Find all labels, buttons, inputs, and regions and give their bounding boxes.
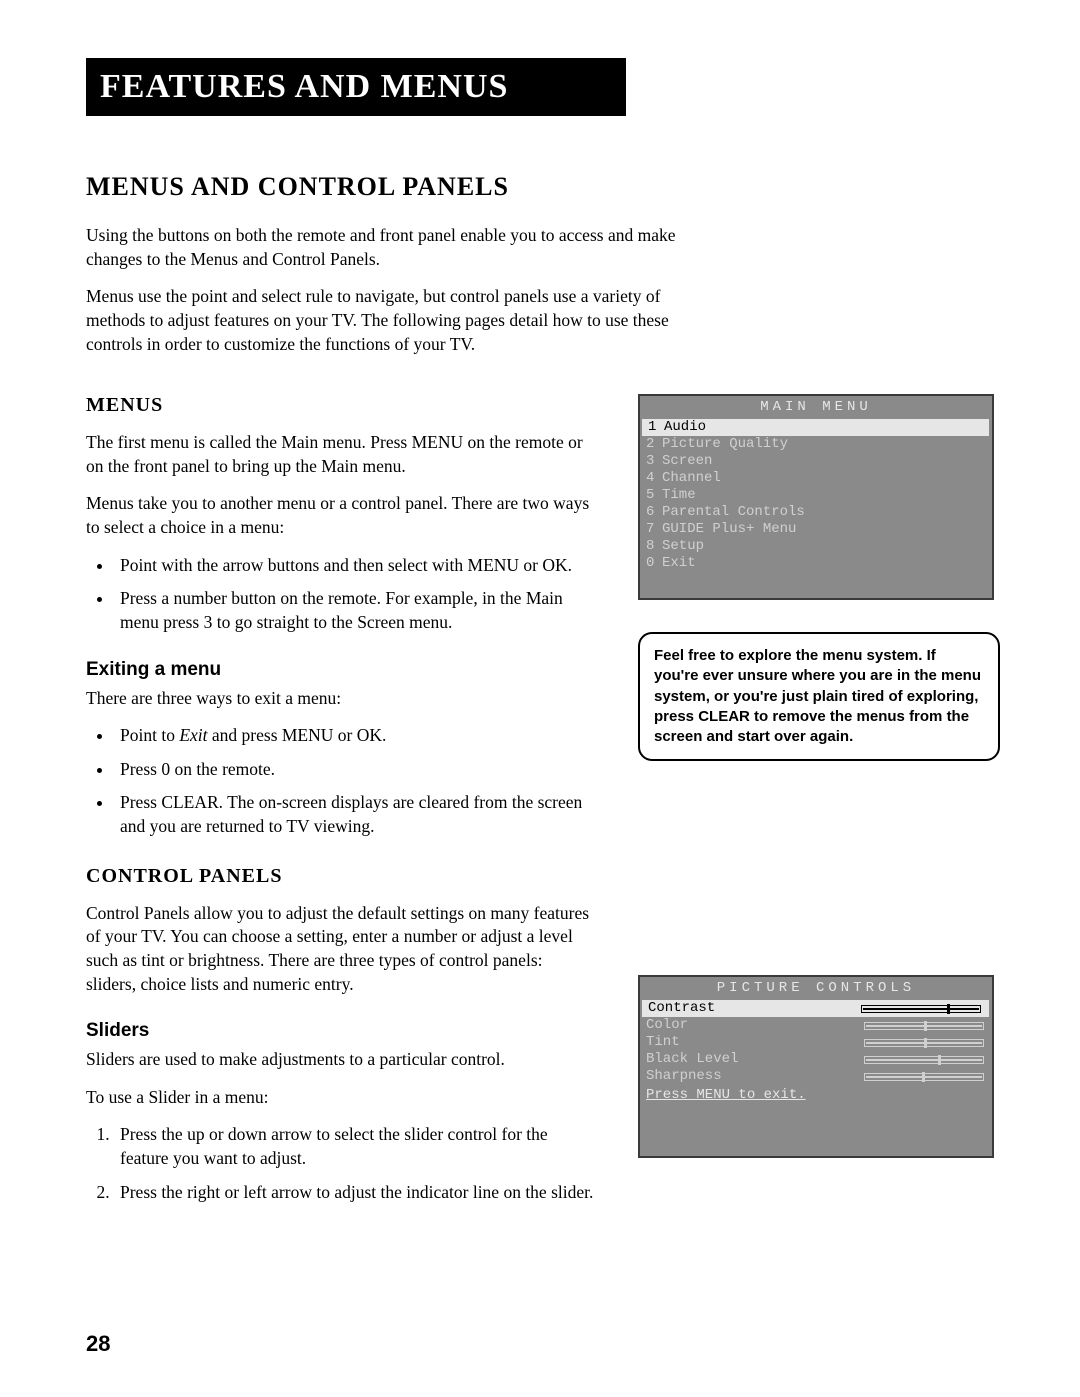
page-number: 28 xyxy=(86,1331,110,1357)
osd-slider-thumb xyxy=(924,1021,927,1031)
osd-slider-row: Color xyxy=(640,1017,992,1034)
osd-slider-track xyxy=(864,1022,984,1030)
osd-slider-label: Black Level xyxy=(646,1051,738,1068)
osd-menu-number: 4 xyxy=(646,470,662,487)
list-item: Press 0 on the remote. xyxy=(114,758,594,782)
osd-slider-thumb xyxy=(938,1055,941,1065)
osd-menu-number: 5 xyxy=(646,487,662,504)
osd-menu-item: 8Setup xyxy=(640,538,992,555)
osd-slider-track xyxy=(864,1056,984,1064)
osd-menu-number: 1 xyxy=(648,419,664,436)
osd-menu-label: Parental Controls xyxy=(662,504,805,521)
osd-menu-number: 8 xyxy=(646,538,662,555)
list-item: Press the up or down arrow to select the… xyxy=(114,1123,594,1170)
osd-slider-thumb xyxy=(924,1038,927,1048)
osd-menu-label: Time xyxy=(662,487,696,504)
list-item: Press CLEAR. The on-screen displays are … xyxy=(114,791,594,838)
osd-menu-label: Screen xyxy=(662,453,712,470)
callout-box: Feel free to explore the menu system. If… xyxy=(638,632,1000,761)
osd-slider-row: Black Level xyxy=(640,1051,992,1068)
subheading-menus: Menus xyxy=(86,394,594,417)
osd-menu-item: 3Screen xyxy=(640,453,992,470)
osd-slider-label: Contrast xyxy=(648,1000,715,1017)
osd-slider-label: Sharpness xyxy=(646,1068,722,1085)
osd-menu-number: 2 xyxy=(646,436,662,453)
section-heading-menus-panels: Menus and Control Panels xyxy=(86,172,1000,202)
subheading-control-panels: Control Panels xyxy=(86,865,594,888)
body-paragraph: The first menu is called the Main menu. … xyxy=(86,431,594,478)
osd-slider-row: Sharpness xyxy=(640,1068,992,1085)
osd-menu-item: 7GUIDE Plus+ Menu xyxy=(640,521,992,538)
page-header: Features and Menus xyxy=(100,68,612,106)
osd-slider-thumb xyxy=(922,1072,925,1082)
osd-menu-label: Audio xyxy=(664,419,706,436)
osd-slider-row: Contrast xyxy=(642,1000,989,1017)
osd-menu-number: 3 xyxy=(646,453,662,470)
osd-menu-number: 0 xyxy=(646,555,662,572)
page-header-bar: Features and Menus xyxy=(86,58,626,116)
osd-slider-label: Color xyxy=(646,1017,688,1034)
intro-paragraph: Menus use the point and select rule to n… xyxy=(86,285,686,356)
osd-menu-item: 5Time xyxy=(640,487,992,504)
osd-slider-track xyxy=(861,1005,981,1013)
osd-menu-label: GUIDE Plus+ Menu xyxy=(662,521,796,538)
body-paragraph: Sliders are used to make adjustments to … xyxy=(86,1048,594,1072)
osd-title: MAIN MENU xyxy=(640,396,992,419)
osd-slider-track xyxy=(864,1073,984,1081)
osd-slider-label: Tint xyxy=(646,1034,680,1051)
list-item: Press the right or left arrow to adjust … xyxy=(114,1181,594,1205)
osd-menu-item: 1Audio xyxy=(642,419,989,436)
body-paragraph: Control Panels allow you to adjust the d… xyxy=(86,902,594,997)
body-paragraph: Menus take you to another menu or a cont… xyxy=(86,492,594,539)
osd-exit-text: Press MENU to exit. xyxy=(640,1085,992,1104)
intro-paragraph: Using the buttons on both the remote and… xyxy=(86,224,686,271)
osd-menu-item: 2Picture Quality xyxy=(640,436,992,453)
list-item: Press a number button on the remote. For… xyxy=(114,587,594,634)
list-item: Point with the arrow buttons and then se… xyxy=(114,554,594,578)
osd-title: PICTURE CONTROLS xyxy=(640,977,992,1000)
subheading-exiting: Exiting a menu xyxy=(86,659,594,681)
osd-main-menu: MAIN MENU 1Audio2Picture Quality3Screen4… xyxy=(638,394,994,600)
osd-menu-item: 4Channel xyxy=(640,470,992,487)
body-paragraph: There are three ways to exit a menu: xyxy=(86,687,594,711)
osd-menu-label: Picture Quality xyxy=(662,436,788,453)
osd-menu-item: 6Parental Controls xyxy=(640,504,992,521)
osd-menu-label: Exit xyxy=(662,555,696,572)
list-item: Point to Exit and press MENU or OK. xyxy=(114,724,594,748)
osd-menu-number: 6 xyxy=(646,504,662,521)
osd-slider-track xyxy=(864,1039,984,1047)
osd-slider-row: Tint xyxy=(640,1034,992,1051)
osd-menu-number: 7 xyxy=(646,521,662,538)
body-paragraph: To use a Slider in a menu: xyxy=(86,1086,594,1110)
subheading-sliders: Sliders xyxy=(86,1020,594,1042)
osd-menu-label: Channel xyxy=(662,470,721,487)
osd-menu-label: Setup xyxy=(662,538,704,555)
osd-slider-thumb xyxy=(947,1004,950,1014)
osd-picture-controls: PICTURE CONTROLS ContrastColorTintBlack … xyxy=(638,975,994,1158)
osd-menu-item: 0Exit xyxy=(640,555,992,572)
